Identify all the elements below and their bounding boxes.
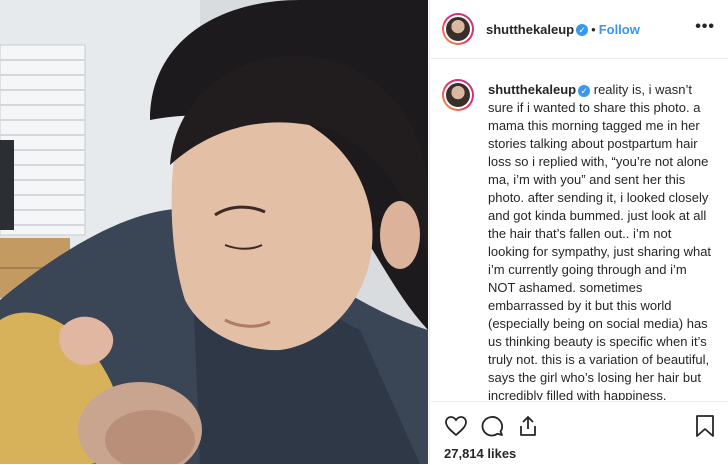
heart-icon[interactable] [444,414,468,438]
post-header: shutthekaleup ✓ • Follow ••• [430,0,728,59]
caption-area: shutthekaleup ✓ reality is, i wasn’t sure… [430,59,728,400]
avatar[interactable] [442,13,474,45]
follow-button[interactable]: Follow [599,22,640,37]
share-icon[interactable] [516,414,540,438]
verified-badge-icon: ✓ [578,84,591,97]
likes-count[interactable]: 27,814 likes [444,446,516,461]
caption-text-block: shutthekaleup ✓ reality is, i wasn’t sure… [488,81,716,400]
comment-icon[interactable] [480,414,504,438]
caption-text: reality is, i wasn’t sure if i wanted to… [488,82,712,400]
post-actions: 27,814 likes [430,401,728,465]
caption-avatar[interactable] [442,79,474,111]
bookmark-icon[interactable] [694,414,716,438]
more-options-icon[interactable]: ••• [695,18,715,36]
header-user-line: shutthekaleup ✓ • Follow [486,21,640,39]
separator-dot: • [591,22,596,37]
post-side-panel: shutthekaleup ✓ • Follow ••• shutthekaleup ✓… [429,0,728,464]
post-photo[interactable] [0,0,428,464]
header-username[interactable]: shutthekaleup [486,22,574,37]
post-photo-illustration [0,0,428,464]
caption-username[interactable]: shutthekaleup [488,82,576,97]
verified-badge-icon: ✓ [576,23,589,36]
